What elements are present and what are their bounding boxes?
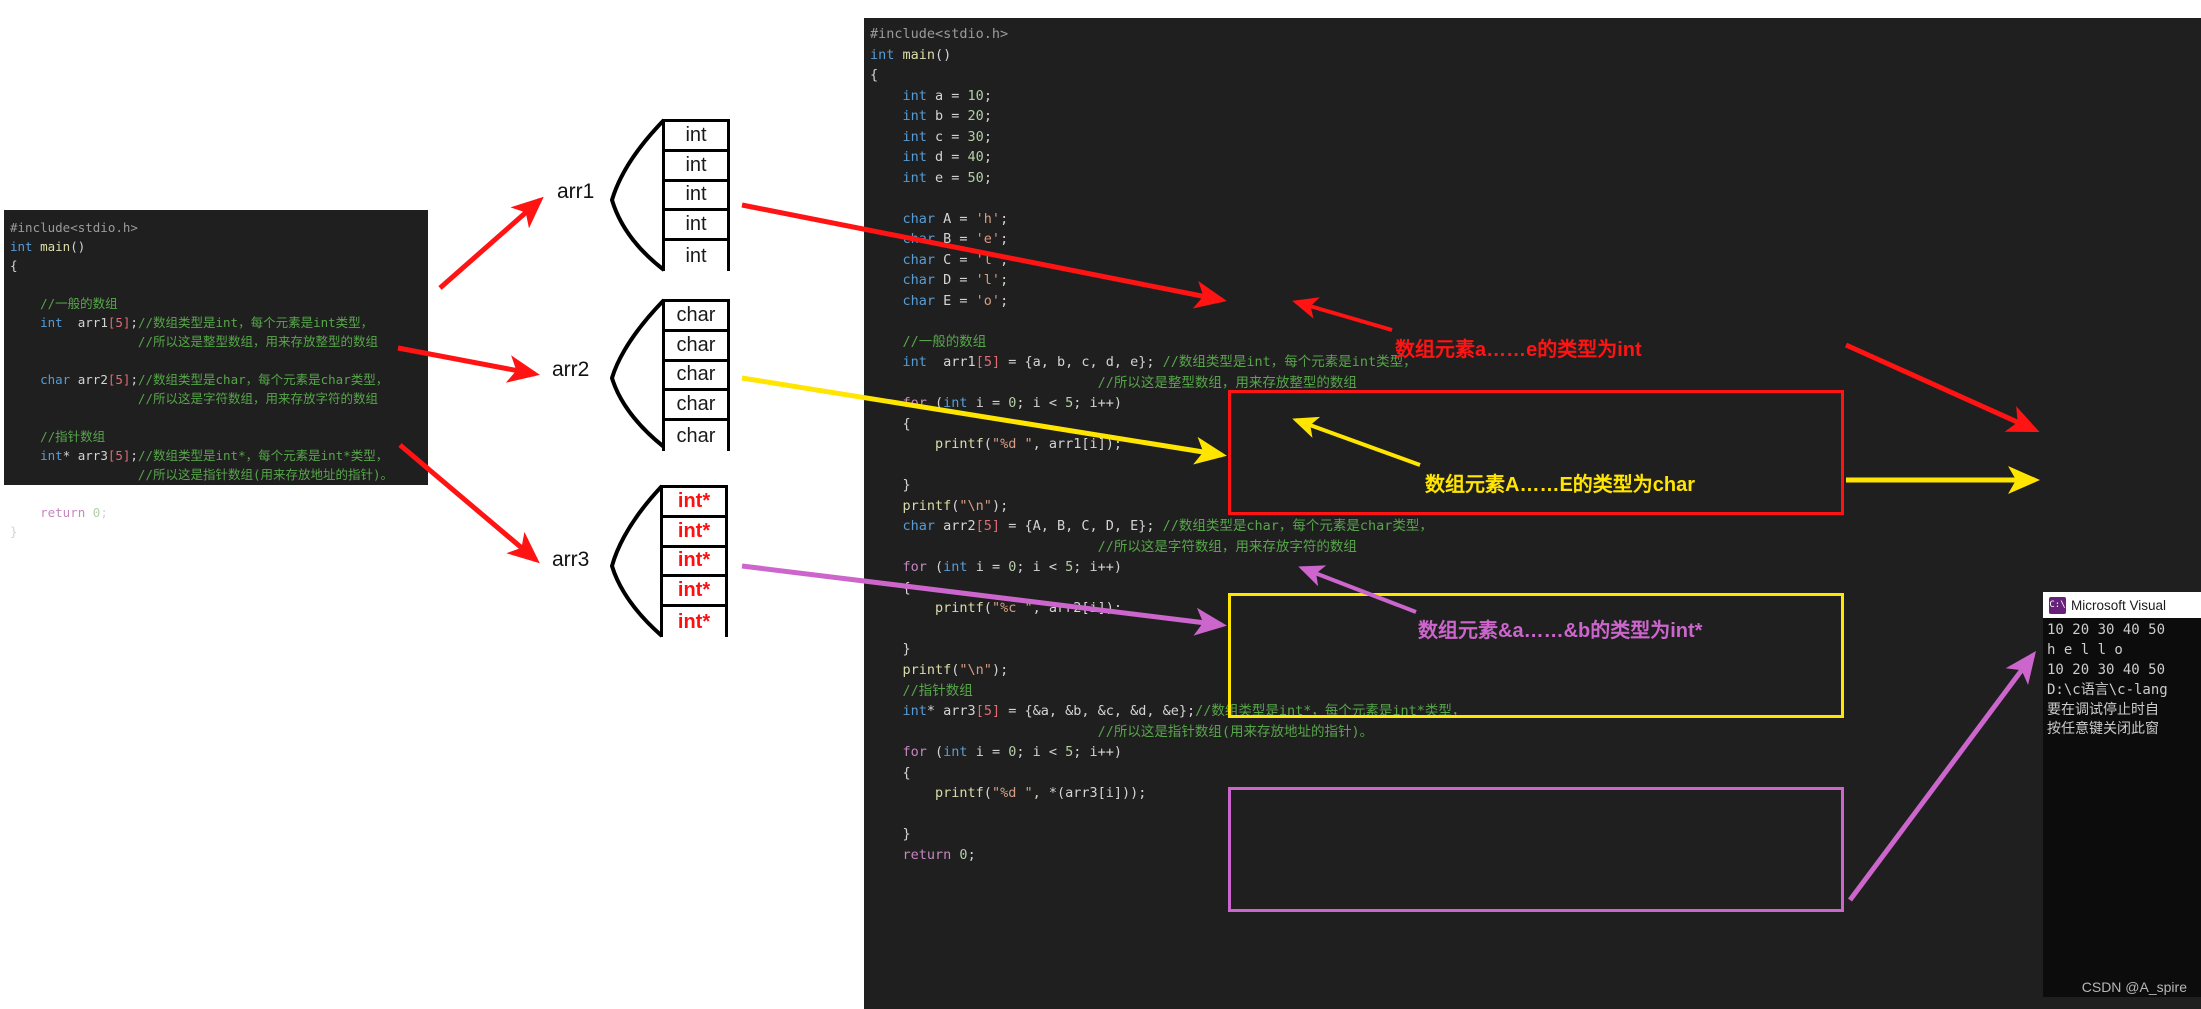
code-line: { (870, 764, 911, 781)
array-cell: int* (663, 488, 725, 518)
console-icon: C:\ (2049, 596, 2066, 614)
console-title-bar: C:\ Microsoft Visual (2043, 592, 2201, 618)
array-cell: char (665, 361, 727, 392)
code-line: return 0; (870, 846, 976, 863)
code-line: for (int i = 0; i < 5; i++) (870, 559, 1123, 576)
code-line: char arr2[5] = {A, B, C, D, E}; //数组类型是c… (870, 518, 1433, 535)
array-cell: int (665, 241, 727, 271)
right-code-panel[interactable]: #include<stdio.h> int main() { int a = 10;… (864, 18, 2201, 1009)
code-line: { (10, 258, 18, 273)
array-cell: char (665, 331, 727, 362)
code-line: //所以这是字符数组，用来存放字符的数组 (870, 538, 1357, 555)
annotation-int-type: 数组元素a……e的类型为int (1395, 339, 1642, 361)
console-output: 10 20 30 40 50 h e l l o 10 20 30 40 50 D:\… (2043, 618, 2201, 740)
code-line: } (870, 826, 911, 843)
array-cell: int* (663, 547, 725, 578)
console-line: 按任意键关闭此窗 (2047, 721, 2159, 738)
console-window[interactable]: C:\ Microsoft Visual 10 20 30 40 50 h e l… (2043, 592, 2201, 997)
code-line: char E = 'o'; (870, 292, 1009, 309)
code-line: //所以这是字符数组，用来存放字符的数组 (10, 391, 378, 406)
array-cell: char (665, 391, 727, 422)
code-line: int e = 50; (870, 169, 992, 186)
array-label-arr2: arr2 (552, 358, 590, 381)
code-line: //指针数组 (10, 429, 106, 444)
array-cell: int (665, 181, 727, 212)
code-line: char arr2[5];//数组类型是char，每个元素是char类型， (10, 372, 389, 387)
code-line: char B = 'e'; (870, 231, 1009, 248)
code-line: int* arr3[5];//数组类型是int*，每个元素是int*类型， (10, 448, 389, 463)
array-cell: int (665, 122, 727, 152)
code-line: printf("\n"); (870, 497, 1009, 514)
console-line: 要在调试停止时自 (2047, 701, 2159, 718)
code-line: for (int i = 0; i < 5; i++) (870, 395, 1123, 412)
code-line: //所以这是指针数组(用来存放地址的指针)。 (10, 467, 394, 482)
code-line: { (870, 67, 879, 84)
code-line: printf("%d ", arr1[i]); (870, 436, 1122, 453)
code-line: char C = 'l'; (870, 251, 1009, 268)
array-cell: char (665, 302, 727, 332)
code-line: //所以这是整型数组，用来存放整型的数组 (870, 374, 1357, 391)
code-line: int* arr3[5] = {&a, &b, &c, &d, &e};//数组… (870, 703, 1466, 720)
console-title-text: Microsoft Visual (2071, 597, 2167, 613)
code-line: printf("%d ", *(arr3[i])); (870, 785, 1147, 802)
code-line: #include<stdio.h> (10, 220, 138, 235)
code-line: //指针数组 (870, 682, 973, 699)
console-line: 10 20 30 40 50 (2047, 622, 2166, 638)
array-label-arr3: arr3 (552, 548, 590, 571)
code-line: int b = 20; (870, 108, 992, 125)
code-line: int arr1[5];//数组类型是int，每个元素是int类型， (10, 315, 374, 330)
annotation-char-type: 数组元素A……E的类型为char (1425, 474, 1696, 496)
console-line: D:\c语言\c-lang (2047, 681, 2168, 698)
code-line: //所以这是整型数组，用来存放整型的数组 (10, 334, 378, 349)
array-cell: int* (663, 577, 725, 608)
array-cells-arr2: char char char char char (662, 299, 730, 451)
code-line: for (int i = 0; i < 5; i++) (870, 744, 1123, 761)
code-line: //所以这是指针数组(用来存放地址的指针)。 (870, 723, 1374, 740)
left-code-panel[interactable]: #include<stdio.h> int main() { //一般的数组 int… (4, 210, 428, 539)
code-line: { (870, 415, 911, 432)
code-line: int c = 30; (870, 128, 992, 145)
code-line: int d = 40; (870, 149, 992, 166)
array-cell: int (665, 151, 727, 182)
code-line: int main() (870, 46, 952, 63)
array-cell: int* (663, 517, 725, 548)
code-line: int main() (10, 239, 86, 254)
annotation-pointer-type: 数组元素&a……&b的类型为int* (1418, 620, 1703, 642)
code-line: //一般的数组 (10, 296, 118, 311)
code-line: } (10, 524, 18, 539)
watermark: CSDN @A_spire (2081, 979, 2187, 995)
code-line: char D = 'l'; (870, 272, 1009, 289)
code-line: return 0; (10, 505, 108, 520)
array-cells-arr1: int int int int int (662, 119, 730, 271)
code-line: char A = 'h'; (870, 210, 1009, 227)
array-cell: int* (663, 607, 725, 637)
array-cell: char (665, 421, 727, 451)
console-line: 10 20 30 40 50 (2047, 661, 2166, 678)
code-line: printf("\n"); (870, 661, 1009, 678)
array-cells-arr3: int* int* int* int* int* (660, 485, 728, 637)
console-line: h e l l o (2047, 641, 2123, 658)
array-label-arr1: arr1 (557, 180, 595, 203)
array-cell: int (665, 211, 727, 242)
code-line: int a = 10; (870, 87, 992, 104)
code-line: #include<stdio.h> (870, 26, 1009, 42)
code-line: { (870, 579, 911, 596)
arrow-left-to-arr1 (438, 196, 544, 290)
